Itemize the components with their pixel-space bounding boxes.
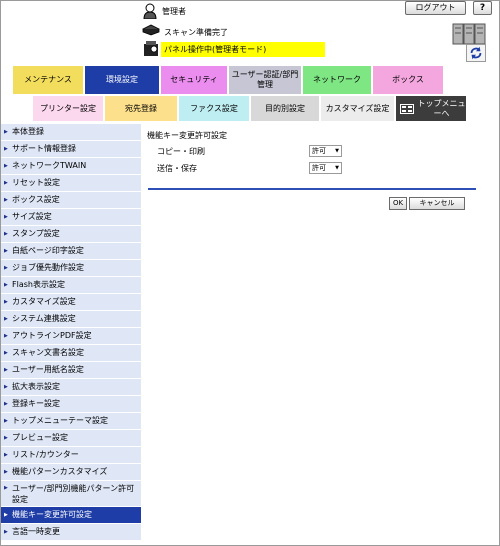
top-menu-icon [400,103,414,114]
tab-printer-settings[interactable]: プリンター設定 [33,96,103,121]
chevron-down-icon: ▼ [335,165,339,171]
send-save-select[interactable]: 許可 ▼ [309,162,342,174]
sidebar-item-support-info[interactable]: サポート情報登録 [1,141,141,158]
scanner-icon [142,24,160,36]
ok-button[interactable]: OK [389,197,407,210]
logout-button[interactable]: ログアウト [405,1,466,15]
tab-customize-settings[interactable]: カスタマイズ設定 [321,96,394,121]
cancel-button[interactable]: キャンセル [409,197,465,210]
tab-environment[interactable]: 環境設定 [85,66,159,94]
sidebar-item-function-pattern-customize[interactable]: 機能パターンカスタマイズ [1,464,141,481]
scan-status-text: スキャン準備完了 [164,28,228,37]
tab-top-menu[interactable]: トップメニューへ [396,96,466,121]
refresh-icon [470,46,482,60]
sidebar-item-system-integration[interactable]: システム連携設定 [1,311,141,328]
sidebar-item-preview-settings[interactable]: プレビュー設定 [1,430,141,447]
sidebar-item-enlarged-display[interactable]: 拡大表示設定 [1,379,141,396]
tab-security[interactable]: セキュリティ [161,66,227,94]
sidebar-item-size-settings[interactable]: サイズ設定 [1,209,141,226]
panel-icon [144,41,158,56]
tab-maintenance[interactable]: メンテナンス [13,66,83,94]
divider [148,188,476,190]
tab-purpose-settings[interactable]: 目的別設定 [251,96,319,121]
user-icon [143,3,157,19]
send-save-value: 許可 [312,164,326,172]
sidebar-item-stamp-settings[interactable]: スタンプ設定 [1,226,141,243]
server-rack-icon [452,23,486,45]
sidebar-item-blank-page-print[interactable]: 白紙ページ印字設定 [1,243,141,260]
sidebar: 本体登録 サポート情報登録 ネットワークTWAIN リセット設定 ボックス設定 … [1,124,141,541]
sidebar-item-top-menu-theme[interactable]: トップメニューテーマ設定 [1,413,141,430]
sidebar-item-flash-display[interactable]: Flash表示設定 [1,277,141,294]
tab-user-auth[interactable]: ユーザー認証/部門管理 [229,66,301,94]
sidebar-item-network-twain[interactable]: ネットワークTWAIN [1,158,141,175]
sidebar-item-box-settings[interactable]: ボックス設定 [1,192,141,209]
refresh-button[interactable] [466,44,486,62]
help-button[interactable]: ? [473,1,492,15]
user-role-label: 管理者 [162,7,186,16]
sidebar-item-user-function-pattern[interactable]: ユーザー/部門別機能パターン許可設定 [1,481,141,507]
sidebar-item-job-priority[interactable]: ジョブ優先動作設定 [1,260,141,277]
copy-print-label: コピー・印刷 [157,147,205,156]
sidebar-item-outline-pdf[interactable]: アウトラインPDF設定 [1,328,141,345]
tab-network[interactable]: ネットワーク [303,66,371,94]
sidebar-item-scan-document-name[interactable]: スキャン文書名設定 [1,345,141,362]
tab-box[interactable]: ボックス [373,66,443,94]
copy-print-select[interactable]: 許可 ▼ [309,145,342,157]
tab-destination-registration[interactable]: 宛先登録 [105,96,177,121]
sidebar-item-function-key-change[interactable]: 機能キー変更許可設定 [1,507,141,524]
sidebar-item-reset-settings[interactable]: リセット設定 [1,175,141,192]
panel-status-bar: パネル操作中(管理者モード) [161,42,325,57]
sidebar-item-register-key[interactable]: 登録キー設定 [1,396,141,413]
copy-print-value: 許可 [312,147,326,155]
sidebar-item-user-paper-name[interactable]: ユーザー用紙名設定 [1,362,141,379]
send-save-label: 送信・保存 [157,164,197,173]
top-menu-label: トップメニューへ [417,98,466,118]
page-title: 機能キー変更許可設定 [147,131,227,140]
sidebar-item-customize-settings[interactable]: カスタマイズ設定 [1,294,141,311]
sidebar-item-temporary-language[interactable]: 言語一時変更 [1,524,141,541]
sidebar-item-device-registration[interactable]: 本体登録 [1,124,141,141]
sidebar-item-list-counter[interactable]: リスト/カウンター [1,447,141,464]
tab-fax-settings[interactable]: ファクス設定 [179,96,249,121]
chevron-down-icon: ▼ [335,148,339,154]
